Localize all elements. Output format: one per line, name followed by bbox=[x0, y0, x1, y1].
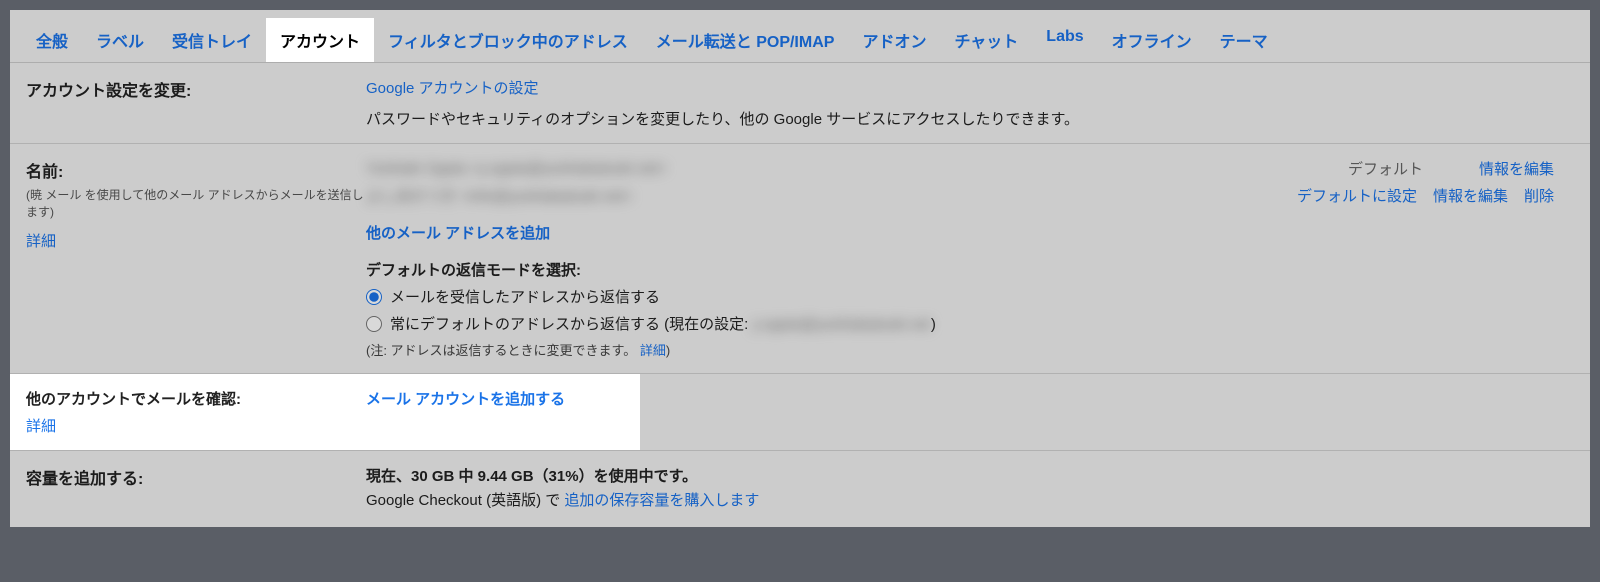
tab-labs[interactable]: Labs bbox=[1032, 18, 1097, 62]
reply-from-received-radio[interactable] bbox=[366, 289, 382, 305]
change-account-desc: パスワードやセキュリティのオプションを変更したり、他の Google サービスに… bbox=[366, 108, 1574, 129]
tab-forwarding[interactable]: メール転送と POP/IMAP bbox=[642, 18, 849, 62]
address-row-2: よしあかつき <info@yoshiakatsuki.net> bbox=[366, 188, 632, 205]
edit-info-link-2[interactable]: 情報を編集 bbox=[1433, 185, 1508, 206]
storage-usage: 現在、30 GB 中 9.44 GB（31%）を使用中です。 bbox=[366, 465, 1574, 489]
purchase-storage-link[interactable]: 追加の保存容量を購入します bbox=[564, 492, 759, 509]
reply-from-default-label: 常にデフォルトのアドレスから返信する (現在の設定: y.ogata@yoshi… bbox=[390, 313, 936, 334]
change-account-title: アカウント設定を変更: bbox=[26, 77, 366, 101]
tab-chat[interactable]: チャット bbox=[940, 18, 1032, 62]
reply-note-details-link[interactable]: 詳細 bbox=[640, 343, 666, 358]
tab-inbox[interactable]: 受信トレイ bbox=[158, 18, 266, 62]
delete-link[interactable]: 削除 bbox=[1524, 185, 1554, 206]
section-send-mail-as: 名前: (暁 メール を使用して他のメール アドレスからメールを送信します) 詳… bbox=[10, 144, 1590, 374]
add-another-address-link[interactable]: 他のメール アドレスを追加 bbox=[366, 222, 1574, 243]
section-change-account: アカウント設定を変更: Google アカウントの設定 パスワードやセキュリティ… bbox=[10, 63, 1590, 144]
reply-from-received-label: メールを受信したアドレスから返信する bbox=[390, 286, 660, 307]
reply-from-default-radio[interactable] bbox=[366, 316, 382, 332]
tab-filters[interactable]: フィルタとブロック中のアドレス bbox=[374, 18, 642, 62]
edit-info-link-1[interactable]: 情報を編集 bbox=[1479, 158, 1554, 179]
make-default-link[interactable]: デフォルトに設定 bbox=[1297, 185, 1417, 206]
tab-offline[interactable]: オフライン bbox=[1098, 18, 1206, 62]
add-mail-account-link[interactable]: メール アカウントを追加する bbox=[366, 388, 624, 409]
tab-addons[interactable]: アドオン bbox=[848, 18, 940, 62]
storage-title: 容量を追加する: bbox=[26, 465, 366, 489]
address-row-1: Yoshiaki Ogata <y.ogata@yoshiakatsuki.ne… bbox=[366, 160, 666, 177]
name-title: 名前: bbox=[26, 158, 366, 182]
section-check-mail: 他のアカウントでメールを確認: 詳細 メール アカウントを追加する bbox=[10, 374, 1590, 451]
check-mail-details-link[interactable]: 詳細 bbox=[26, 415, 334, 436]
google-account-settings-link[interactable]: Google アカウントの設定 bbox=[366, 80, 539, 97]
tab-themes[interactable]: テーマ bbox=[1206, 18, 1282, 62]
tab-general[interactable]: 全般 bbox=[22, 18, 82, 62]
reply-mode-title: デフォルトの返信モードを選択: bbox=[366, 259, 1574, 280]
tab-labels[interactable]: ラベル bbox=[82, 18, 158, 62]
reply-mode-note: (注: アドレスは返信するときに変更できます。 詳細) bbox=[366, 340, 1574, 359]
storage-purchase-line: Google Checkout (英語版) で 追加の保存容量を購入します bbox=[366, 489, 1574, 513]
default-label: デフォルト bbox=[1348, 158, 1423, 179]
tab-accounts[interactable]: アカウント bbox=[266, 18, 374, 62]
name-subtitle: (暁 メール を使用して他のメール アドレスからメールを送信します) bbox=[26, 186, 366, 220]
settings-tabs: 全般 ラベル 受信トレイ アカウント フィルタとブロック中のアドレス メール転送… bbox=[10, 10, 1590, 63]
section-add-storage: 容量を追加する: 現在、30 GB 中 9.44 GB（31%）を使用中です。 … bbox=[10, 451, 1590, 527]
name-details-link[interactable]: 詳細 bbox=[26, 230, 366, 251]
check-mail-title: 他のアカウントでメールを確認: bbox=[26, 388, 334, 409]
